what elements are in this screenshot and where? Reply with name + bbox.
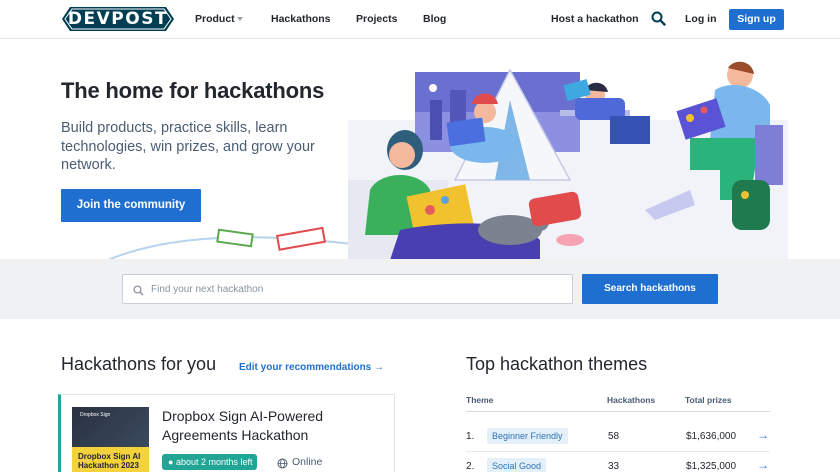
col-total-prizes: Total prizes [685,395,732,405]
devpost-logo[interactable]: DEVPOST [62,7,174,31]
clock-icon: ● [168,457,174,467]
thumbnail-text: Dropbox Sign AI Hackathon 2023 [78,452,141,470]
theme-prizes: $1,325,000 [686,461,737,472]
thumbnail-brand: Dropbox Sign [80,412,111,418]
theme-hackathons: 33 [608,461,620,472]
logo-text: DEVPOST [67,9,169,29]
time-left-label: about 2 months left [175,457,253,467]
search-hackathons-button[interactable]: Search hackathons [582,274,718,304]
top-themes-title: Top hackathon themes [466,354,648,374]
arrow-right-icon[interactable]: → [757,458,769,472]
nav-hackathons[interactable]: Hackathons [271,13,331,25]
search-icon [133,283,144,301]
host-hackathon-link[interactable]: Host a hackathon [551,13,639,25]
edit-recommendations-label: Edit your recommendations [239,362,372,373]
signup-button[interactable]: Sign up [729,9,784,30]
hackathons-for-you-title: Hackathons for you [61,354,217,374]
theme-rank: 2. [466,461,475,472]
hackathon-thumbnail[interactable]: Dropbox Sign Dropbox Sign AI Hackathon 2… [72,407,149,472]
location-label: Online [292,456,323,468]
row-divider [466,451,770,452]
theme-hackathons: 58 [608,431,620,442]
globe-icon [277,456,288,472]
time-left-badge: ● about 2 months left [162,454,257,470]
col-hackathons: Hackathons [607,395,656,405]
nav-blog[interactable]: Blog [423,13,446,25]
top-nav: DEVPOST Product Hackathons Projects Blog… [0,0,840,39]
edit-recommendations-link[interactable]: Edit your recommendations → [239,362,384,373]
arrow-right-icon[interactable]: → [757,428,769,442]
theme-tag[interactable]: Beginner Friendly [487,428,568,444]
header-divider [466,411,770,412]
theme-prizes: $1,636,000 [686,431,737,442]
hero-illustration [107,61,788,260]
hackathon-search-box[interactable] [122,274,573,304]
theme-tag[interactable]: Social Good [487,458,547,472]
chevron-down-icon [237,17,243,21]
arrow-right-icon: → [374,362,385,373]
theme-rank: 1. [466,431,475,442]
login-link[interactable]: Log in [685,13,717,25]
nav-projects[interactable]: Projects [356,13,397,25]
hackathon-search-input[interactable] [151,275,561,303]
search-icon[interactable] [651,11,666,26]
hackathon-card-title[interactable]: Dropbox Sign AI-Powered Agreements Hacka… [162,407,382,445]
col-theme: Theme [466,395,494,405]
nav-product[interactable]: Product [195,13,235,25]
